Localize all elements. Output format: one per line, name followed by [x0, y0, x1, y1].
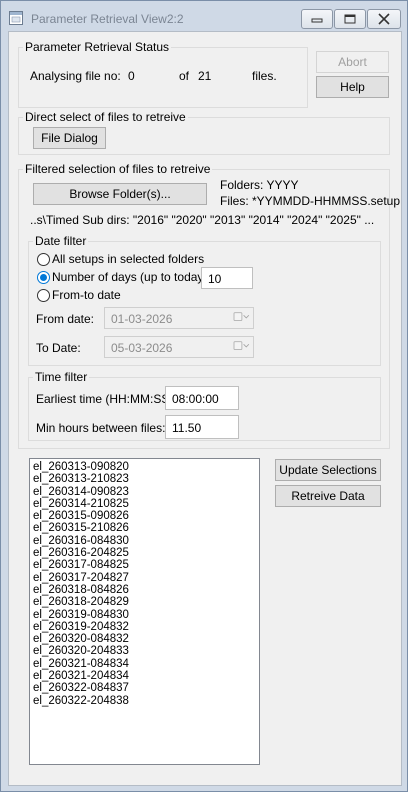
close-icon [378, 13, 390, 25]
list-item[interactable]: el_260313-090820 [30, 461, 259, 473]
list-item[interactable]: el_260314-210825 [30, 498, 259, 510]
from-date-picker[interactable]: 01-03-2026 [104, 307, 254, 329]
list-item[interactable]: el_260317-204827 [30, 572, 259, 584]
to-date-label: To Date: [36, 341, 81, 355]
close-button[interactable] [367, 9, 401, 29]
file-list[interactable]: el_260313-090820 el_260313-210823 el_26031… [29, 458, 260, 765]
list-item[interactable]: el_260318-084826 [30, 584, 259, 596]
window-title: Parameter Retrieval View2:2 [31, 12, 184, 26]
update-selections-button[interactable]: Update Selections [275, 459, 381, 481]
help-button[interactable]: Help [316, 76, 389, 98]
minimize-button[interactable] [301, 9, 333, 29]
maximize-icon [344, 14, 356, 24]
client-area: Parameter Retrieval Status Analysing fil… [8, 31, 402, 786]
files-pattern: Files: *YYMMDD-HHMMSS.setup [220, 194, 401, 208]
list-item[interactable]: el_260322-204838 [30, 695, 259, 707]
earliest-time-input[interactable]: 08:00:00 [165, 386, 239, 410]
total-files-number: 21 [198, 69, 212, 83]
chevron-down-icon [233, 341, 250, 350]
to-date-value: 05-03-2026 [111, 341, 173, 355]
list-item[interactable]: el_260320-084832 [30, 633, 259, 645]
app-icon [9, 11, 23, 25]
to-date-picker[interactable]: 05-03-2026 [104, 336, 254, 358]
calendar-icon [233, 312, 250, 321]
subdirs-list: ..s\Timed Sub dirs: "2016" "2020" "2013"… [30, 213, 375, 227]
folders-pattern: Folders: YYYY [220, 178, 299, 192]
radio-all-setups[interactable] [37, 253, 50, 266]
list-item[interactable]: el_260321-084834 [30, 658, 259, 670]
radio-number-of-days-label[interactable]: Number of days (up to today) [52, 270, 207, 284]
app-window: Parameter Retrieval View2:2 Parameter Re… [0, 0, 408, 792]
file-dialog-button[interactable]: File Dialog [33, 127, 106, 149]
from-date-label: From date: [36, 312, 95, 326]
list-item[interactable]: el_260315-210826 [30, 522, 259, 534]
list-item[interactable]: el_260316-084830 [30, 535, 259, 547]
of-label: of [179, 69, 190, 83]
status-group-label: Parameter Retrieval Status [23, 40, 172, 54]
list-item[interactable]: el_260313-210823 [30, 473, 259, 485]
browse-folders-button[interactable]: Browse Folder(s)... [33, 183, 207, 205]
filtered-selection-group-label: Filtered selection of files to retreive [23, 162, 213, 176]
list-item[interactable]: el_260315-090826 [30, 510, 259, 522]
title-bar[interactable]: Parameter Retrieval View2:2 [1, 1, 407, 31]
minimize-icon [311, 18, 323, 23]
earliest-time-label: Earliest time (HH:MM:SS): [36, 392, 177, 406]
analysing-label: Analysing file no: [30, 69, 121, 83]
maximize-button[interactable] [334, 9, 366, 29]
radio-all-setups-label[interactable]: All setups in selected folders [52, 252, 204, 266]
time-filter-group-label: Time filter [33, 370, 90, 384]
current-file-number: 0 [128, 69, 135, 83]
radio-number-of-days[interactable] [37, 271, 50, 284]
list-item[interactable]: el_260319-204832 [30, 621, 259, 633]
radio-from-to-date-label[interactable]: From-to date [52, 288, 121, 302]
from-date-value: 01-03-2026 [111, 312, 173, 326]
days-input[interactable]: 10 [201, 267, 253, 289]
list-item[interactable]: el_260322-084837 [30, 682, 259, 694]
list-item[interactable]: el_260320-204833 [30, 645, 259, 657]
list-item[interactable]: el_260317-084825 [30, 559, 259, 571]
radio-from-to-date[interactable] [37, 289, 50, 302]
retreive-data-button[interactable]: Retreive Data [275, 485, 381, 507]
date-filter-group-label: Date filter [33, 234, 89, 248]
list-item[interactable]: el_260318-204829 [30, 596, 259, 608]
list-item[interactable]: el_260321-204834 [30, 670, 259, 682]
list-item[interactable]: el_260316-204825 [30, 547, 259, 559]
min-hours-label: Min hours between files: [36, 421, 166, 435]
list-item[interactable]: el_260314-090823 [30, 486, 259, 498]
direct-select-group-label: Direct select of files to retreive [23, 110, 188, 124]
abort-button[interactable]: Abort [316, 51, 389, 73]
files-label: files. [252, 69, 277, 83]
list-item[interactable]: el_260319-084830 [30, 609, 259, 621]
min-hours-input[interactable]: 11.50 [165, 415, 239, 439]
